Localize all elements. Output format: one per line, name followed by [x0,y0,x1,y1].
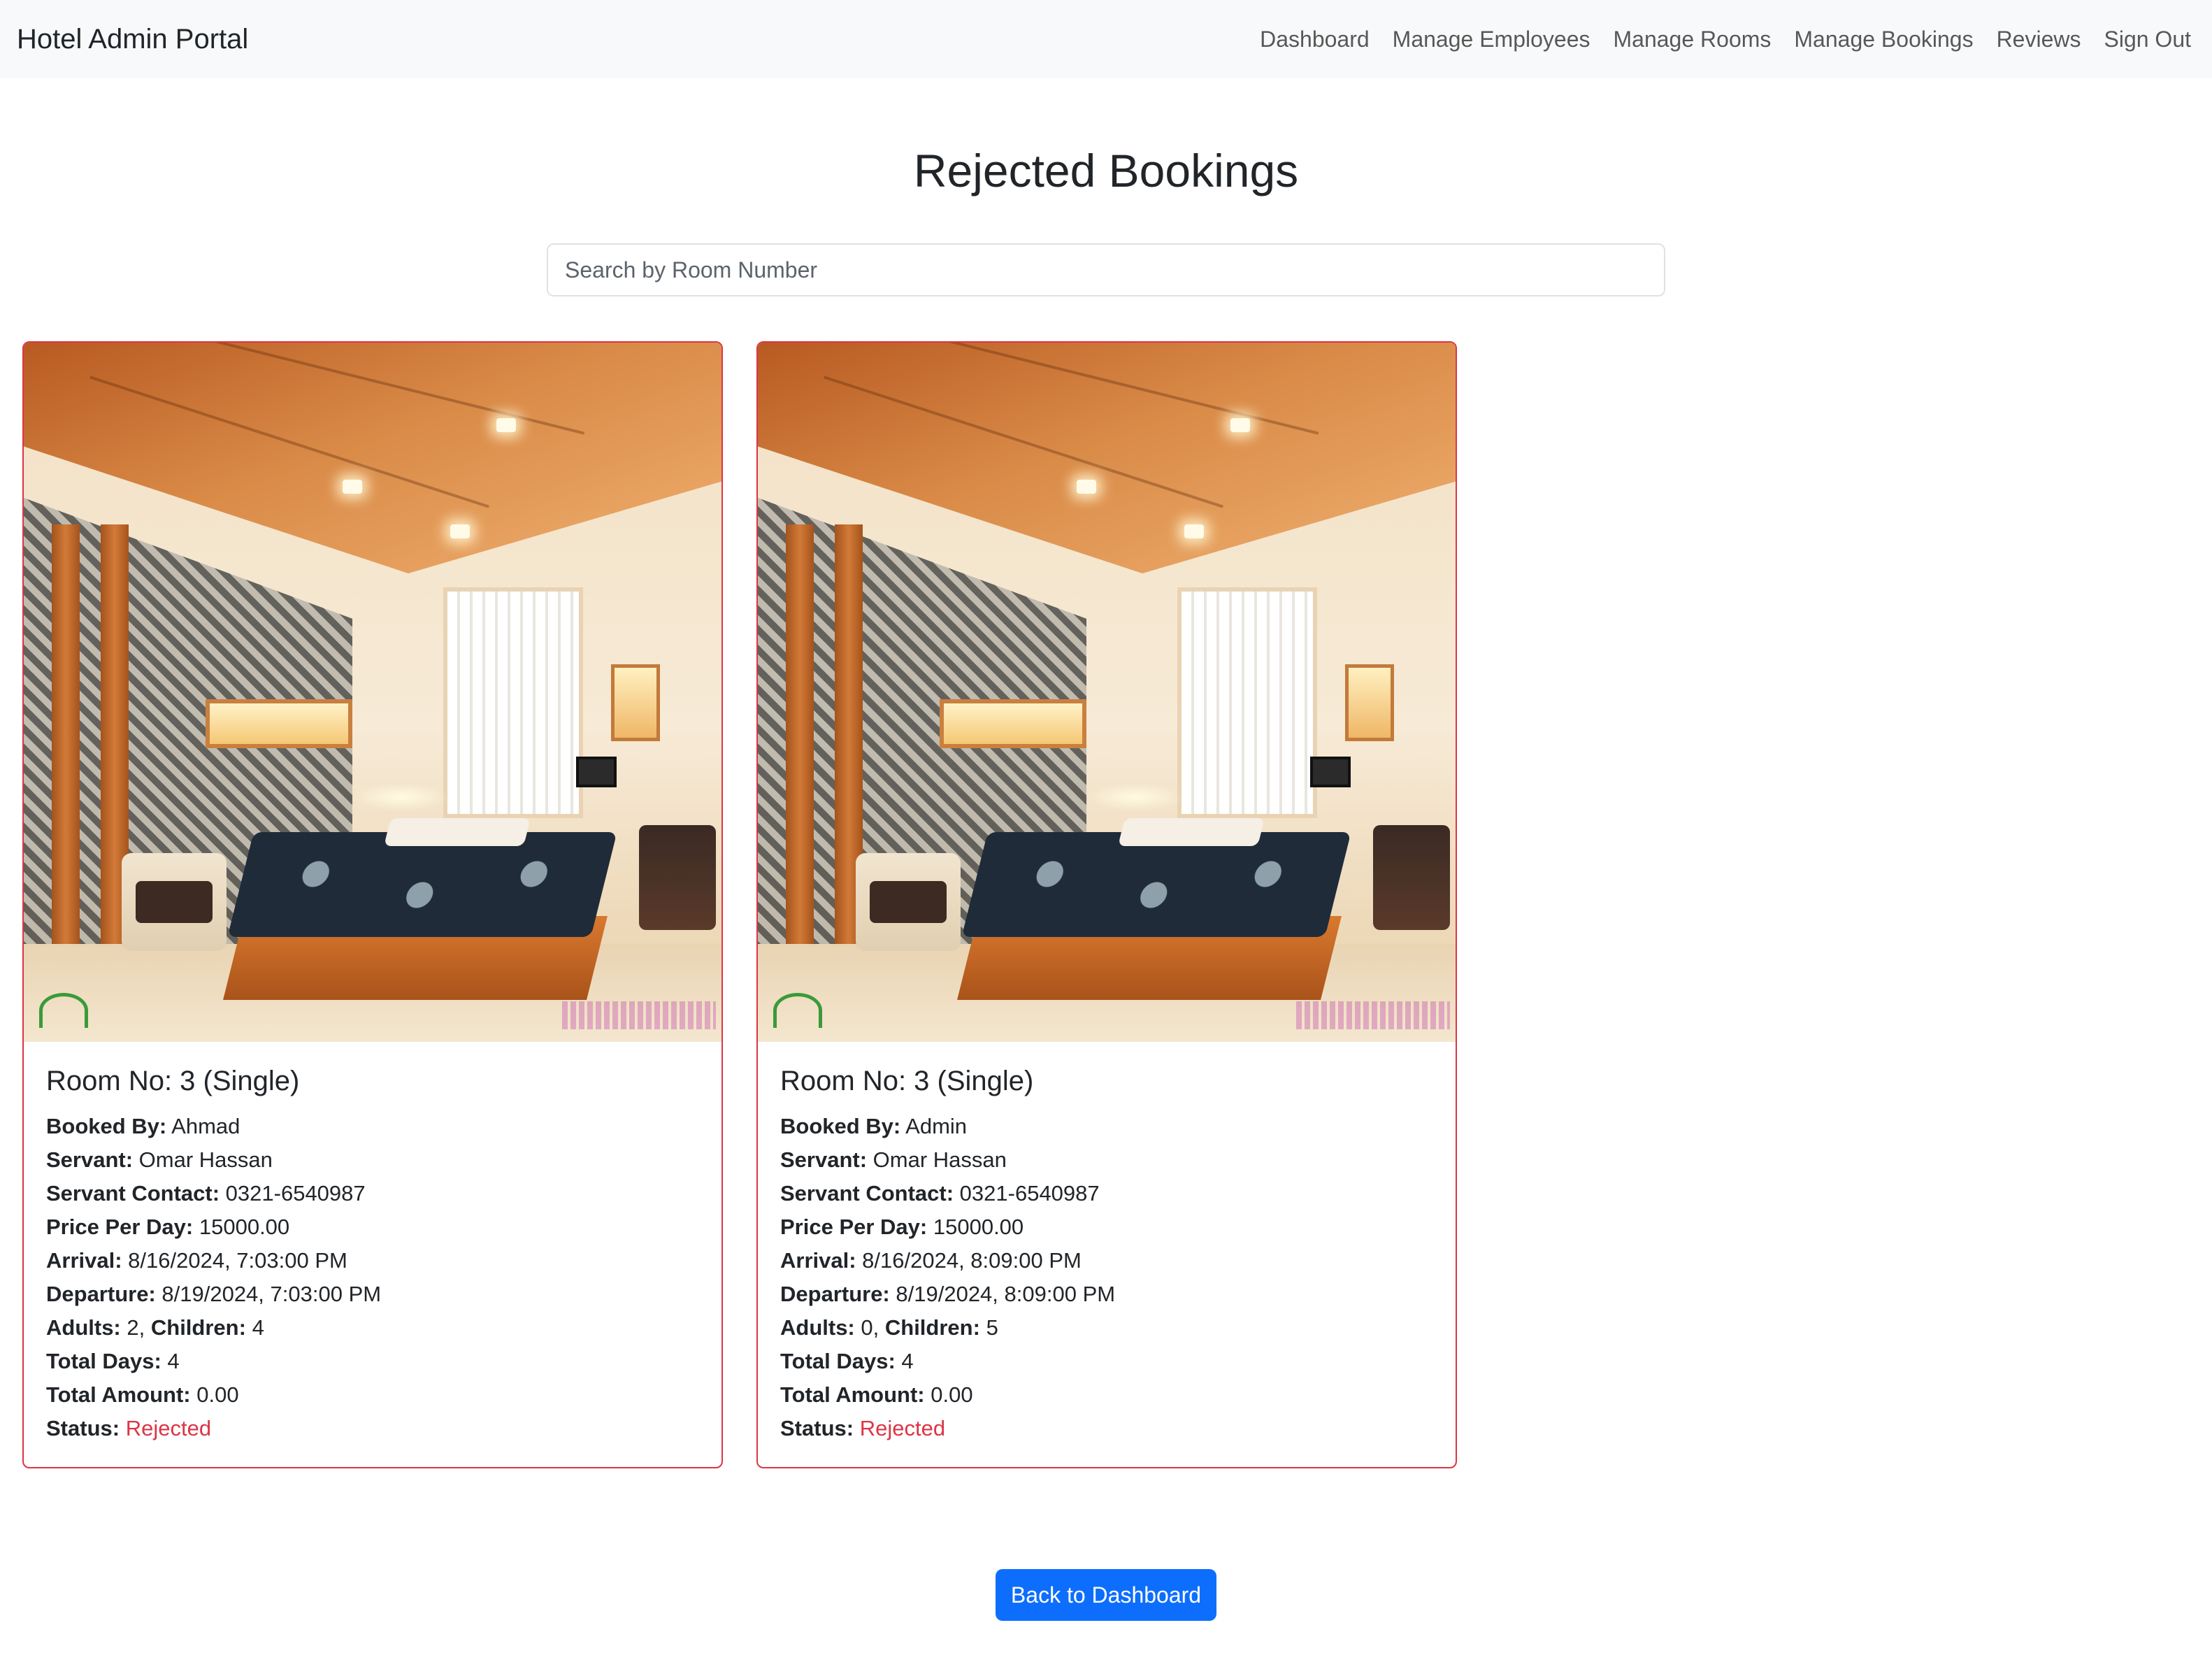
total-amount-value: 0.00 [196,1382,239,1407]
page-title: Rejected Bookings [913,145,1299,196]
arrival-row: Arrival: 8/16/2024, 7:03:00 PM [46,1248,347,1273]
adults-value: 0 [861,1315,873,1340]
nav-link-dashboard[interactable]: Dashboard [1260,27,1370,52]
total-days-row: Total Days: 4 [46,1349,180,1373]
status-badge: Rejected [125,1416,212,1440]
search-input[interactable] [547,243,1665,296]
departure-value: 8/19/2024, 7:03:00 PM [161,1282,382,1306]
nav-link-manage-rooms[interactable]: Manage Rooms [1614,27,1772,52]
servant-value: Omar Hassan [138,1147,273,1172]
arrival-value: 8/16/2024, 8:09:00 PM [862,1248,1082,1273]
room-image [24,343,721,1042]
back-to-dashboard-button[interactable]: Back to Dashboard [996,1569,1216,1621]
arrival-row: Arrival: 8/16/2024, 8:09:00 PM [780,1248,1082,1273]
room-title: Room No: 3 (Single) [46,1066,300,1096]
guests-row: Adults: 2, Children: 4 [46,1315,264,1340]
booking-card: Room No: 3 (Single) Booked By: Admin Ser… [756,341,1457,1468]
servant-row: Servant: Omar Hassan [780,1147,1007,1172]
booked-by-row: Booked By: Admin [780,1114,968,1138]
total-amount-row: Total Amount: 0.00 [780,1382,973,1407]
nav-links: Dashboard Manage Employees Manage Rooms … [1237,27,2191,52]
children-value: 4 [252,1315,264,1340]
booked-by-value: Ahmad [171,1114,240,1138]
servant-contact-row: Servant Contact: 0321-6540987 [780,1181,1100,1205]
status-row: Status: Rejected [46,1416,212,1440]
navbar: Hotel Admin Portal Dashboard Manage Empl… [0,0,2212,78]
servant-contact-row: Servant Contact: 0321-6540987 [46,1181,366,1205]
card-body: Room No: 3 (Single) Booked By: Admin Ser… [758,1042,1456,1445]
price-per-day-row: Price Per Day: 15000.00 [780,1215,1024,1239]
total-days-row: Total Days: 4 [780,1349,914,1373]
booked-by-value: Admin [905,1114,968,1138]
servant-contact-value: 0321-6540987 [959,1181,1100,1205]
room-title: Room No: 3 (Single) [780,1066,1034,1096]
booking-card: Room No: 3 (Single) Booked By: Ahmad Ser… [22,341,723,1468]
nav-link-manage-employees[interactable]: Manage Employees [1393,27,1590,52]
arrival-value: 8/16/2024, 7:03:00 PM [128,1248,347,1273]
adults-value: 2 [127,1315,139,1340]
total-days-value: 4 [901,1349,914,1373]
guests-row: Adults: 0, Children: 5 [780,1315,998,1340]
navbar-brand[interactable]: Hotel Admin Portal [17,24,248,55]
total-amount-row: Total Amount: 0.00 [46,1382,239,1407]
status-badge: Rejected [859,1416,946,1440]
children-value: 5 [986,1315,998,1340]
booked-by-row: Booked By: Ahmad [46,1114,240,1138]
departure-row: Departure: 8/19/2024, 7:03:00 PM [46,1282,382,1306]
nav-link-reviews[interactable]: Reviews [1997,27,2081,52]
room-image [758,343,1456,1042]
departure-value: 8/19/2024, 8:09:00 PM [896,1282,1116,1306]
departure-row: Departure: 8/19/2024, 8:09:00 PM [780,1282,1116,1306]
servant-value: Omar Hassan [872,1147,1007,1172]
servant-contact-value: 0321-6540987 [225,1181,366,1205]
nav-link-sign-out[interactable]: Sign Out [2104,27,2191,52]
status-row: Status: Rejected [780,1416,946,1440]
card-body: Room No: 3 (Single) Booked By: Ahmad Ser… [24,1042,721,1445]
servant-row: Servant: Omar Hassan [46,1147,273,1172]
price-per-day-value: 15000.00 [933,1215,1024,1239]
nav-link-manage-bookings[interactable]: Manage Bookings [1794,27,1973,52]
price-per-day-value: 15000.00 [199,1215,290,1239]
total-amount-value: 0.00 [931,1382,973,1407]
total-days-value: 4 [167,1349,180,1373]
price-per-day-row: Price Per Day: 15000.00 [46,1215,290,1239]
